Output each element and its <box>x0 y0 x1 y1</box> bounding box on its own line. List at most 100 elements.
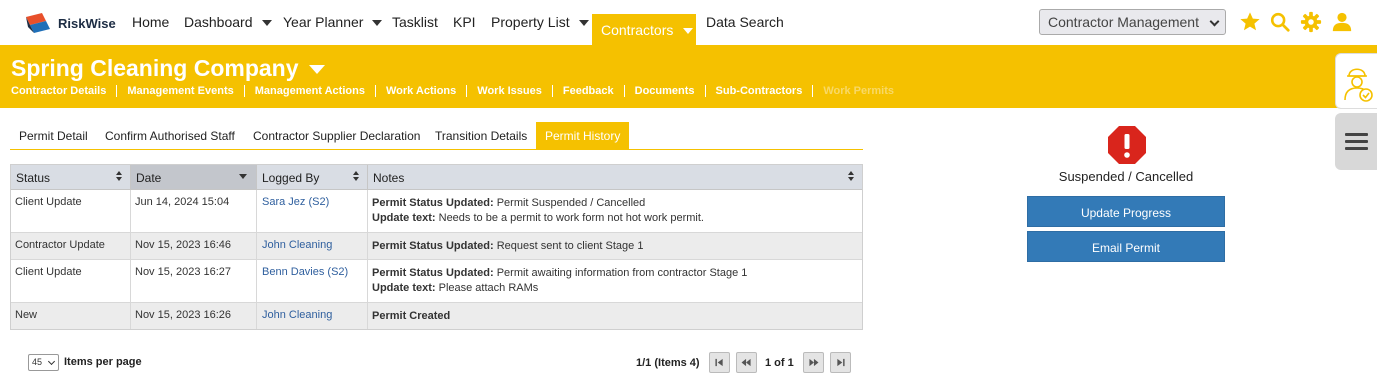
column-header-status[interactable]: Status <box>11 165 131 189</box>
subnav-feedback[interactable]: Feedback <box>551 85 624 97</box>
note-text: Permit Suspended / Cancelled <box>493 197 646 209</box>
column-header-notes[interactable]: Notes <box>368 165 862 189</box>
module-select[interactable]: Contractor Management <box>1039 9 1226 35</box>
first-page-icon[interactable] <box>709 352 730 373</box>
column-header-logged-by[interactable]: Logged By <box>257 165 368 189</box>
cell-logged-by-link[interactable]: Benn Davies (S2) <box>257 260 368 302</box>
contractor-header: Spring Cleaning Company Contractor Detai… <box>0 45 1377 108</box>
subnav-management-actions[interactable]: Management Actions <box>243 85 375 97</box>
tab-confirm-authorised-staff[interactable]: Confirm Authorised Staff <box>105 122 235 150</box>
nav-kpi[interactable]: KPI <box>453 14 476 46</box>
chevron-down-icon <box>261 20 272 27</box>
nav-dashboard[interactable]: Dashboard <box>184 14 272 46</box>
note-text: Needs to be a permit to work form not ho… <box>435 212 704 224</box>
note-label: Permit Created <box>372 310 451 322</box>
sort-icon <box>353 171 359 183</box>
contractor-panel-tab[interactable] <box>1335 53 1377 109</box>
note-label: Permit Status Updated: <box>372 197 494 209</box>
nav-contractors[interactable]: Contractors <box>592 14 696 45</box>
page-number: 1 of 1 <box>765 357 794 369</box>
tab-contractor-supplier-declaration[interactable]: Contractor Supplier Declaration <box>253 122 420 150</box>
tab-transition-details[interactable]: Transition Details <box>435 122 527 150</box>
nav-home[interactable]: Home <box>132 14 169 46</box>
chevron-down-icon <box>372 20 383 27</box>
chevron-down-icon <box>683 28 694 35</box>
table-row[interactable]: Client Update Nov 15, 2023 16:27 Benn Da… <box>11 260 862 303</box>
nav-contractors-label: Contractors <box>601 22 674 38</box>
user-icon[interactable] <box>1331 11 1353 33</box>
note-line: Permit Status Updated: Request sent to c… <box>372 239 862 254</box>
items-per-page-select[interactable]: 45 <box>28 354 59 371</box>
cell-logged-by-link[interactable]: Sara Jez (S2) <box>257 190 368 232</box>
note-label: Permit Status Updated: <box>372 240 494 252</box>
note-text: Permit awaiting information from contrac… <box>493 267 748 279</box>
nav-home-label: Home <box>132 14 170 30</box>
table-header: Status Date Logged By Notes <box>11 165 862 190</box>
note-line: Permit Created <box>372 309 862 324</box>
contractor-subnav: Contractor Details Management Events Man… <box>11 85 904 97</box>
sort-desc-icon <box>239 174 247 179</box>
items-per-page-value: 45 <box>32 357 43 367</box>
last-page-icon[interactable] <box>830 352 851 373</box>
permit-status: Suspended / Cancelled <box>1058 169 1194 184</box>
email-permit-button[interactable]: Email Permit <box>1027 231 1225 262</box>
tab-permit-history[interactable]: Permit History <box>536 122 630 150</box>
riskwise-logo-icon <box>26 13 50 33</box>
chevron-down-icon <box>308 65 325 75</box>
contractor-worker-icon <box>1344 68 1373 102</box>
column-header-label: Date <box>136 171 162 185</box>
menu-panel-tab[interactable] <box>1335 113 1377 170</box>
permit-history-table: Status Date Logged By Notes Client Updat… <box>10 164 863 330</box>
note-label: Update text: <box>372 212 436 224</box>
table-row[interactable]: Client Update Jun 14, 2024 15:04 Sara Je… <box>11 190 862 233</box>
subnav-sub-contractors[interactable]: Sub-Contractors <box>704 85 813 97</box>
cell-notes: Permit Status Updated: Permit Suspended … <box>368 190 862 232</box>
sort-icon <box>848 171 854 183</box>
subnav-work-permits[interactable]: Work Permits <box>812 85 904 97</box>
note-line: Update text: Needs to be a permit to wor… <box>372 211 862 226</box>
column-header-date[interactable]: Date <box>131 165 257 189</box>
previous-page-icon[interactable] <box>736 352 757 373</box>
note-text: Request sent to client Stage 1 <box>493 240 644 252</box>
nav-dashboard-label: Dashboard <box>184 14 253 30</box>
cell-status: Client Update <box>11 190 131 232</box>
column-header-label: Notes <box>373 171 405 185</box>
nav-property-list[interactable]: Property List <box>491 14 589 46</box>
next-page-icon[interactable] <box>803 352 824 373</box>
cell-logged-by-link[interactable]: John Cleaning <box>257 303 368 329</box>
subnav-work-issues[interactable]: Work Issues <box>466 85 552 97</box>
chevron-down-icon <box>578 20 589 27</box>
cell-logged-by-link[interactable]: John Cleaning <box>257 233 368 259</box>
chevron-down-icon <box>1209 16 1220 27</box>
note-line: Update text: Please attach RAMs <box>372 281 862 296</box>
module-select-value: Contractor Management <box>1048 14 1199 30</box>
subnav-documents[interactable]: Documents <box>623 85 705 97</box>
note-text: Please attach RAMs <box>435 282 539 294</box>
riskwise-logo[interactable]: RiskWise <box>24 10 124 36</box>
cell-notes: Permit Created <box>368 303 862 329</box>
alert-octagon-icon <box>1108 126 1146 164</box>
nav-year-planner-label: Year Planner <box>283 14 364 30</box>
top-navbar: RiskWise Home Dashboard Year Planner Tas… <box>0 0 1377 45</box>
cell-date: Nov 15, 2023 16:46 <box>131 233 257 259</box>
company-name: Spring Cleaning Company <box>11 55 299 81</box>
cell-status: New <box>11 303 131 329</box>
subnav-work-actions[interactable]: Work Actions <box>374 85 466 97</box>
search-icon[interactable] <box>1269 11 1291 33</box>
gear-icon[interactable] <box>1300 11 1322 33</box>
table-row[interactable]: New Nov 15, 2023 16:26 John Cleaning Per… <box>11 303 862 329</box>
subnav-contractor-details[interactable]: Contractor Details <box>11 85 116 97</box>
sort-icon <box>116 171 122 183</box>
column-header-label: Logged By <box>262 171 320 185</box>
table-row[interactable]: Contractor Update Nov 15, 2023 16:46 Joh… <box>11 233 862 260</box>
update-progress-button[interactable]: Update Progress <box>1027 196 1225 227</box>
tab-permit-detail[interactable]: Permit Detail <box>19 122 88 150</box>
hamburger-menu-icon <box>1345 133 1368 150</box>
nav-year-planner[interactable]: Year Planner <box>283 14 383 46</box>
nav-tasklist-label: Tasklist <box>392 14 438 30</box>
star-icon[interactable] <box>1239 11 1261 33</box>
nav-data-search[interactable]: Data Search <box>706 14 784 46</box>
company-title[interactable]: Spring Cleaning Company <box>11 55 325 82</box>
nav-tasklist[interactable]: Tasklist <box>392 14 438 46</box>
subnav-management-events[interactable]: Management Events <box>116 85 243 97</box>
